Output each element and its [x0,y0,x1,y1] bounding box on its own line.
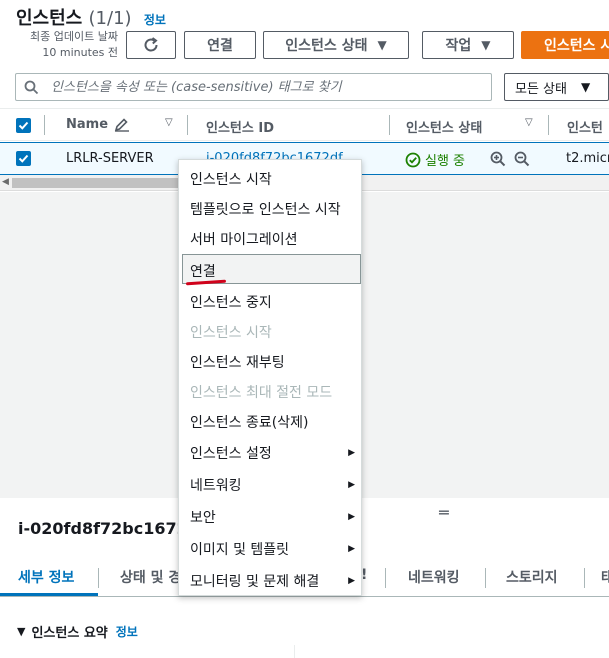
check-icon [18,154,29,163]
caret-down-icon: ▼ [17,625,26,638]
refresh-icon [144,37,158,52]
column-separator [548,115,549,135]
tab-separator [485,568,486,588]
select-all-checkbox[interactable] [16,118,31,133]
state-filter-select[interactable]: 모든 상태 ▼ [504,73,609,101]
column-divider [294,645,295,658]
instance-count: (1/1) [88,8,132,29]
menu-item-start-instance[interactable]: 인스턴스 시작 [190,169,272,189]
submenu-arrow-icon: ▶ [348,576,355,586]
instance-summary-label: 인스턴스 요약 [31,626,108,641]
instance-summary-header[interactable]: ▼ 인스턴스 요약 정보 [17,622,138,641]
menu-item-reboot-instance[interactable]: 인스턴스 재부팅 [190,352,285,372]
column-name[interactable]: Name [66,117,130,132]
actions-context-menu: 인스턴스 시작 템플릿으로 인스턴스 시작 서버 마이그레이션 연결 인스턴스 … [178,159,362,596]
tab-separator [385,568,386,588]
launch-instances-button[interactable]: 인스턴스 시 [521,31,609,59]
state-filter-value: 모든 상태 [515,81,567,97]
column-instance-id[interactable]: 인스턴스 ID [206,117,274,136]
menu-item-hibernate-instance: 인스턴스 최대 절전 모드 [190,385,333,401]
instance-state-button[interactable]: 인스턴스 상태 ▼ [263,31,409,59]
submenu-arrow-icon: ▶ [348,448,355,458]
menu-item-terminate-instance[interactable]: 인스턴스 종료(삭제) [190,412,308,432]
row-instance-type: t2.micr [566,151,609,166]
column-separator [44,115,45,135]
menu-item-launch-from-template[interactable]: 템플릿으로 인스턴스 시작 [190,199,341,219]
tab-separator [98,568,99,588]
table-header: Name ▽ 인스턴스 ID 인스턴스 상태 ▽ 인스턴 [0,108,609,141]
tab-storage[interactable]: 스토리지 [506,567,558,587]
column-instance-state[interactable]: 인스턴스 상태 [406,117,482,136]
search-input[interactable] [51,79,471,95]
caret-down-icon: ▼ [377,38,387,52]
instance-state-label: 인스턴스 상태 [285,38,368,54]
column-name-label: Name [66,117,109,132]
refresh-button[interactable] [126,31,176,59]
caret-down-icon: ▼ [580,80,591,94]
check-icon [18,121,29,130]
row-checkbox[interactable] [16,151,31,166]
menu-item-instance-settings[interactable]: 인스턴스 설정 [190,443,272,463]
tab-separator [584,568,585,588]
sort-caret-icon[interactable]: ▽ [165,117,173,128]
menu-item-images-templates[interactable]: 이미지 및 템플릿 [190,539,289,559]
sort-caret-icon[interactable]: ▽ [525,117,533,128]
actions-label: 작업 [445,38,472,54]
menu-item-server-migration[interactable]: 서버 마이그레이션 [190,229,298,249]
page-title: 인스턴스 (1/1) 정보 [16,4,166,30]
active-tab-indicator [0,593,98,596]
zoom-out-icon[interactable] [514,151,530,167]
detail-title: i-020fd8f72bc1672 [18,519,188,538]
edit-pencil-icon [114,117,130,132]
tab-networking[interactable]: 네트워킹 [408,567,460,587]
menu-item-start-instance-disabled: 인스턴스 시작 [190,325,272,341]
tab-tags[interactable]: 태 [601,567,609,587]
menu-item-networking[interactable]: 네트워킹 [190,475,242,495]
split-handle-icon[interactable]: ═ [439,503,449,522]
menu-item-security[interactable]: 보안 [190,507,216,527]
zoom-in-icon[interactable] [490,151,506,167]
info-link[interactable]: 정보 [144,13,166,27]
search-icon [24,80,39,94]
column-separator [389,115,390,135]
submenu-arrow-icon: ▶ [348,480,355,490]
submenu-arrow-icon: ▶ [348,512,355,522]
scroll-left-icon[interactable]: ◀ [2,177,9,187]
search-box[interactable] [15,73,492,101]
column-instance-type[interactable]: 인스턴 [567,117,603,136]
actions-button[interactable]: 작업 ▼ [422,31,514,59]
last-update-label: 최종 업데이트 날짜 [30,30,118,43]
row-name: LRLR-SERVER [66,151,154,166]
connect-button[interactable]: 연결 [184,31,256,59]
last-update: 최종 업데이트 날짜 10 minutes 전 [14,29,118,61]
row-status: 실행 중 [405,150,465,169]
summary-info-link[interactable]: 정보 [116,623,138,640]
tab-status-checks[interactable]: 상태 및 경 [120,567,181,587]
caret-down-icon: ▼ [481,38,491,52]
tab-details[interactable]: 세부 정보 [18,567,74,587]
menu-item-stop-instance[interactable]: 인스턴스 중지 [190,292,272,312]
menu-item-connect[interactable]: 연결 [190,261,216,281]
page-title-text: 인스턴스 [16,8,83,29]
row-status-text: 실행 중 [425,154,466,169]
column-separator [187,115,188,135]
last-update-value: 10 minutes 전 [42,46,118,59]
check-circle-icon [405,152,421,167]
submenu-arrow-icon: ▶ [348,544,355,554]
menu-item-monitoring-troubleshoot[interactable]: 모니터링 및 문제 해결 [190,571,319,591]
